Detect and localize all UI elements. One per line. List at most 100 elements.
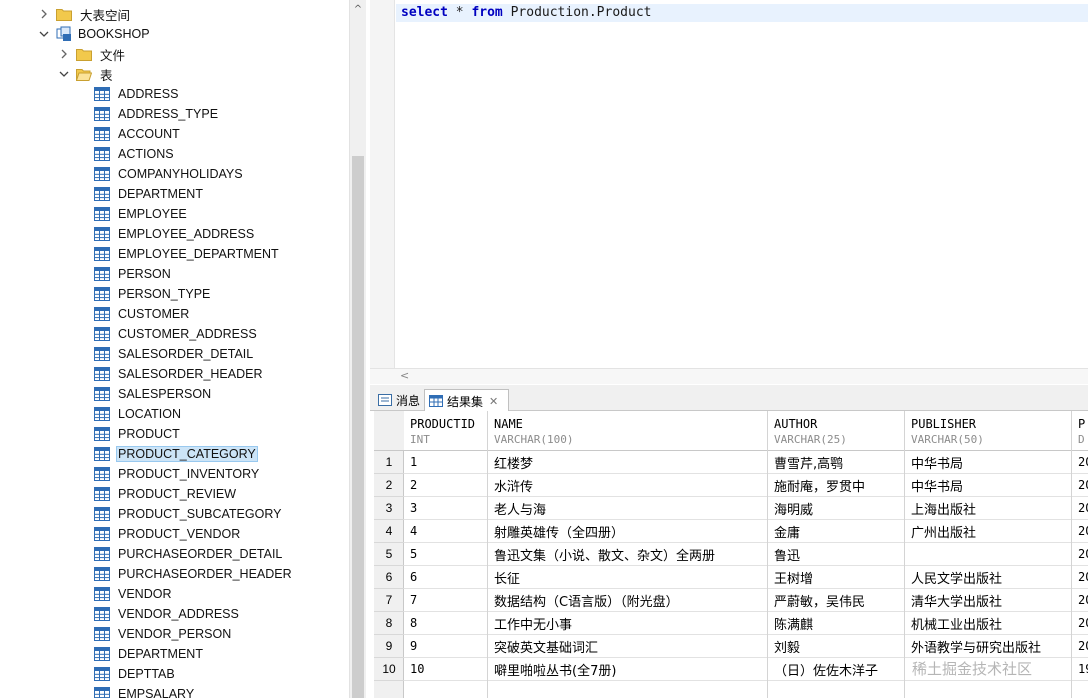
table-cell[interactable]: 10 bbox=[404, 658, 487, 681]
table-cell[interactable]: 外语教学与研究出版社 bbox=[905, 635, 1071, 658]
row-header[interactable]: 3 bbox=[374, 497, 404, 520]
column-header[interactable]: PRODUCTID INT bbox=[404, 411, 487, 451]
row-header[interactable]: 7 bbox=[374, 589, 404, 612]
chevron-right-icon[interactable] bbox=[38, 8, 50, 20]
tab-result-set[interactable]: 结果集 ✕ bbox=[424, 389, 510, 412]
table-cell[interactable]: 红楼梦 bbox=[488, 451, 767, 474]
table-cell[interactable]: 8 bbox=[404, 612, 487, 635]
column-header[interactable]: PD bbox=[1072, 411, 1088, 451]
row-header[interactable]: 6 bbox=[374, 566, 404, 589]
table-cell[interactable]: 20 bbox=[1072, 543, 1088, 566]
scroll-up-icon[interactable]: ^ bbox=[350, 0, 366, 18]
tree-table-department[interactable]: DEPARTMENT bbox=[94, 184, 205, 204]
table-cell[interactable]: 9 bbox=[404, 635, 487, 658]
tree-table-salesorder-header[interactable]: SALESORDER_HEADER bbox=[94, 364, 265, 384]
tree-table-product-subcategory[interactable]: PRODUCT_SUBCATEGORY bbox=[94, 504, 283, 524]
table-cell[interactable]: 噼里啪啦丛书(全7册) bbox=[488, 658, 767, 681]
table-cell[interactable]: 6 bbox=[404, 566, 487, 589]
tree-table-depttab[interactable]: DEPTTAB bbox=[94, 664, 177, 684]
table-cell[interactable]: 曹雪芹,高鹗 bbox=[768, 451, 904, 474]
table-cell[interactable]: 4 bbox=[404, 520, 487, 543]
table-cell[interactable]: 20 bbox=[1072, 474, 1088, 497]
tree-table-address[interactable]: ADDRESS bbox=[94, 84, 180, 104]
column-header[interactable]: AUTHOR VARCHAR(25) bbox=[768, 411, 904, 451]
row-header[interactable]: 2 bbox=[374, 474, 404, 497]
tab-messages[interactable]: 消息 bbox=[374, 389, 426, 411]
table-cell[interactable]: 金庸 bbox=[768, 520, 904, 543]
row-header[interactable]: 5 bbox=[374, 543, 404, 566]
table-cell[interactable]: 20 bbox=[1072, 566, 1088, 589]
table-cell[interactable]: 广州出版社 bbox=[905, 520, 1071, 543]
sql-code-line[interactable]: select * from Production.Product bbox=[401, 5, 651, 20]
tree-table-product[interactable]: PRODUCT bbox=[94, 424, 182, 444]
table-cell[interactable]: 陈满麒 bbox=[768, 612, 904, 635]
chevron-right-icon[interactable] bbox=[58, 48, 70, 60]
tree-vertical-scrollbar[interactable]: ^ bbox=[349, 0, 366, 698]
sql-editor[interactable]: select * from Production.Product bbox=[370, 0, 1088, 368]
tree-table-product-category[interactable]: PRODUCT_CATEGORY bbox=[94, 444, 258, 464]
table-cell[interactable]: 清华大学出版社 bbox=[905, 589, 1071, 612]
column-header[interactable]: NAME VARCHAR(100) bbox=[488, 411, 767, 451]
table-cell[interactable]: 5 bbox=[404, 543, 487, 566]
table-cell[interactable]: 数据结构（C语言版）（附光盘） bbox=[488, 589, 767, 612]
table-cell[interactable]: 突破英文基础词汇 bbox=[488, 635, 767, 658]
tree-table-vendor[interactable]: VENDOR bbox=[94, 584, 173, 604]
table-cell[interactable]: 20 bbox=[1072, 520, 1088, 543]
tree-table-account[interactable]: ACCOUNT bbox=[94, 124, 182, 144]
table-cell[interactable]: 20 bbox=[1072, 589, 1088, 612]
tree-folder[interactable]: 大表空间 bbox=[38, 4, 132, 24]
table-cell[interactable]: 2 bbox=[404, 474, 487, 497]
tree-table-empsalary[interactable]: EMPSALARY bbox=[94, 684, 196, 698]
table-cell[interactable]: 鲁迅文集（小说、散文、杂文）全两册 bbox=[488, 543, 767, 566]
table-cell[interactable]: （日）佐佐木洋子 bbox=[768, 658, 904, 681]
tree-table-department[interactable]: DEPARTMENT bbox=[94, 644, 205, 664]
tree-table-employee-address[interactable]: EMPLOYEE_ADDRESS bbox=[94, 224, 256, 244]
tree-scroll-thumb[interactable] bbox=[352, 156, 364, 698]
tree-table-product-review[interactable]: PRODUCT_REVIEW bbox=[94, 484, 238, 504]
editor-horizontal-scrollbar[interactable]: < bbox=[370, 368, 1088, 384]
tree-table-employee-department[interactable]: EMPLOYEE_DEPARTMENT bbox=[94, 244, 281, 264]
row-header[interactable]: 4 bbox=[374, 520, 404, 543]
grid-corner[interactable] bbox=[374, 411, 404, 451]
table-cell[interactable]: 人民文学出版社 bbox=[905, 566, 1071, 589]
table-cell[interactable]: 鲁迅 bbox=[768, 543, 904, 566]
row-header[interactable]: 8 bbox=[374, 612, 404, 635]
chevron-down-icon[interactable] bbox=[58, 68, 70, 80]
table-cell[interactable]: 施耐庵，罗贯中 bbox=[768, 474, 904, 497]
table-cell[interactable]: 射雕英雄传（全四册） bbox=[488, 520, 767, 543]
tree-table-location[interactable]: LOCATION bbox=[94, 404, 183, 424]
table-cell[interactable]: 海明威 bbox=[768, 497, 904, 520]
close-tab-icon[interactable]: ✕ bbox=[489, 395, 498, 408]
tree-table-vendor-person[interactable]: VENDOR_PERSON bbox=[94, 624, 233, 644]
tree-table-product-vendor[interactable]: PRODUCT_VENDOR bbox=[94, 524, 242, 544]
tree-table-person[interactable]: PERSON bbox=[94, 264, 173, 284]
table-cell[interactable]: 水浒传 bbox=[488, 474, 767, 497]
column-header[interactable]: PUBLISHER VARCHAR(50) bbox=[905, 411, 1071, 451]
table-cell[interactable]: 上海出版社 bbox=[905, 497, 1071, 520]
tree-table-customer-address[interactable]: CUSTOMER_ADDRESS bbox=[94, 324, 259, 344]
table-cell[interactable]: 1 bbox=[404, 451, 487, 474]
tree-table-purchaseorder-detail[interactable]: PURCHASEORDER_DETAIL bbox=[94, 544, 284, 564]
table-cell[interactable]: 长征 bbox=[488, 566, 767, 589]
tree-database[interactable]: BOOKSHOP bbox=[38, 24, 152, 44]
table-cell[interactable]: 7 bbox=[404, 589, 487, 612]
tree-folder[interactable]: 文件 bbox=[58, 44, 127, 64]
tree-table-vendor-address[interactable]: VENDOR_ADDRESS bbox=[94, 604, 241, 624]
table-cell[interactable]: 王树增 bbox=[768, 566, 904, 589]
tree-table-address-type[interactable]: ADDRESS_TYPE bbox=[94, 104, 220, 124]
row-header[interactable]: 9 bbox=[374, 635, 404, 658]
tree-table-person-type[interactable]: PERSON_TYPE bbox=[94, 284, 212, 304]
table-cell[interactable]: 3 bbox=[404, 497, 487, 520]
table-cell[interactable]: 机械工业出版社 bbox=[905, 612, 1071, 635]
table-cell[interactable]: 老人与海 bbox=[488, 497, 767, 520]
tree-folder[interactable]: 表 bbox=[58, 64, 115, 84]
table-cell[interactable]: 严蔚敏，吴伟民 bbox=[768, 589, 904, 612]
table-cell[interactable] bbox=[905, 543, 1071, 566]
scroll-left-icon[interactable]: < bbox=[400, 369, 409, 382]
tree-table-purchaseorder-header[interactable]: PURCHASEORDER_HEADER bbox=[94, 564, 294, 584]
row-header[interactable]: 10 bbox=[374, 658, 404, 681]
table-cell[interactable]: 20 bbox=[1072, 451, 1088, 474]
row-header[interactable]: 1 bbox=[374, 451, 404, 474]
tree-table-salesorder-detail[interactable]: SALESORDER_DETAIL bbox=[94, 344, 255, 364]
tree-table-employee[interactable]: EMPLOYEE bbox=[94, 204, 189, 224]
